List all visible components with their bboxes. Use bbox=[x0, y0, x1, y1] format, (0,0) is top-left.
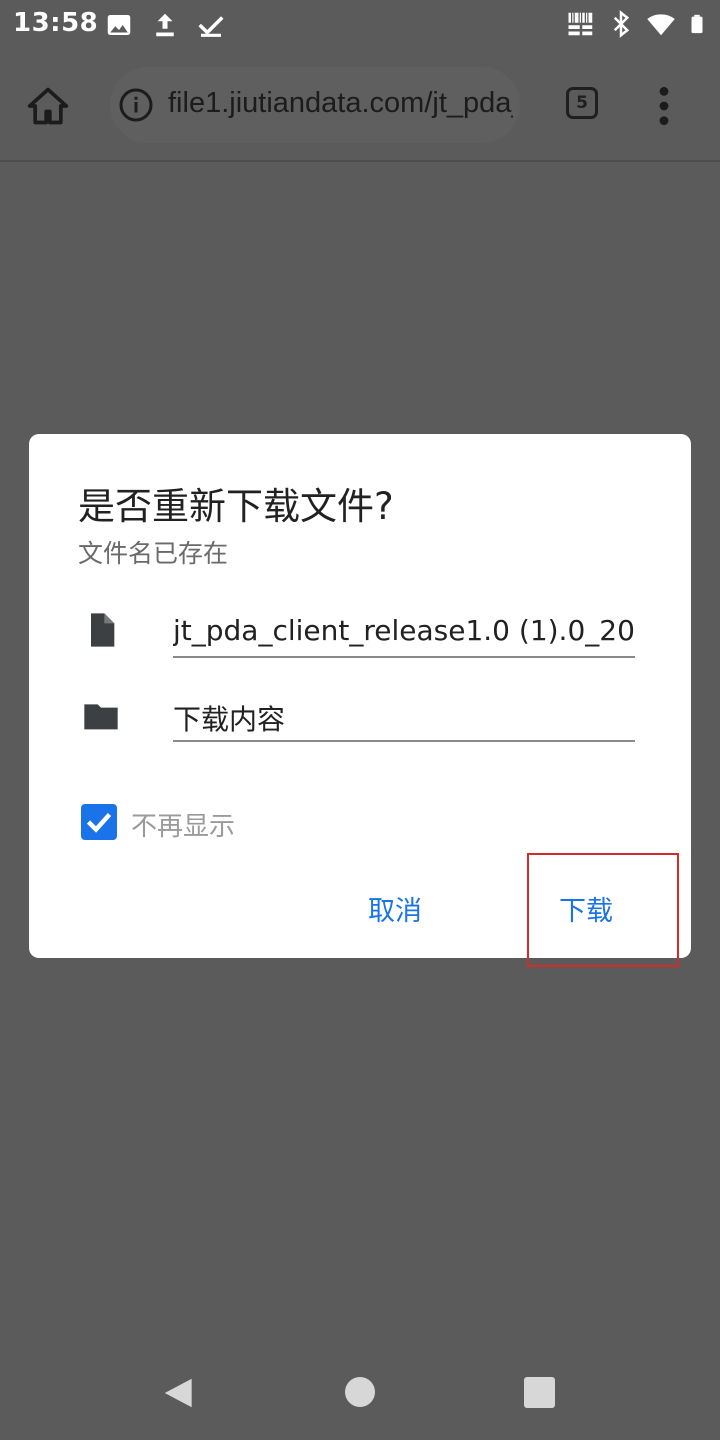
status-bar: 13:58 bbox=[0, 0, 720, 50]
download-location-text[interactable]: 下载内容 bbox=[173, 698, 285, 738]
download-done-icon bbox=[198, 16, 224, 37]
tab-count-label: 5 bbox=[576, 93, 588, 113]
address-bar[interactable]: file1.jiutiandata.com/jt_pda_client bbox=[110, 67, 520, 143]
file-name-field[interactable]: jt_pda_client_release1.0 (1).0_20 bbox=[173, 608, 635, 658]
navigation-bar bbox=[0, 1344, 720, 1440]
download-highlight-box bbox=[527, 853, 679, 967]
dont-show-again-checkbox[interactable] bbox=[81, 804, 117, 840]
status-time: 13:58 bbox=[13, 8, 99, 38]
bluetooth-icon bbox=[613, 10, 630, 38]
info-icon[interactable] bbox=[118, 87, 154, 123]
browser-toolbar: file1.jiutiandata.com/jt_pda_client 5 bbox=[0, 50, 720, 162]
wifi-icon bbox=[647, 14, 675, 36]
folder-icon bbox=[84, 704, 118, 730]
dialog-subtitle: 文件名已存在 bbox=[78, 539, 229, 568]
recents-icon[interactable] bbox=[524, 1377, 555, 1408]
barcode-icon bbox=[568, 12, 593, 36]
file-icon bbox=[91, 613, 115, 647]
more-menu-icon[interactable] bbox=[650, 84, 678, 128]
url-text[interactable]: file1.jiutiandata.com/jt_pda_client bbox=[168, 87, 513, 120]
status-system-icons bbox=[566, 9, 708, 39]
download-location-field[interactable]: 下载内容 bbox=[173, 692, 635, 742]
dialog-title: 是否重新下载文件? bbox=[78, 485, 394, 528]
dont-show-again-label: 不再显示 bbox=[131, 812, 236, 842]
file-name-text[interactable]: jt_pda_client_release1.0 (1).0_20 bbox=[173, 614, 635, 647]
cancel-button[interactable]: 取消 bbox=[368, 889, 422, 928]
image-icon bbox=[107, 15, 131, 35]
battery-icon bbox=[691, 14, 703, 34]
status-notification-icons bbox=[104, 10, 226, 40]
home-nav-icon[interactable] bbox=[345, 1377, 375, 1407]
check-icon bbox=[86, 812, 112, 833]
tab-switcher-button[interactable]: 5 bbox=[566, 87, 598, 119]
back-icon[interactable] bbox=[160, 1374, 198, 1412]
home-icon[interactable] bbox=[26, 84, 70, 128]
upload-icon bbox=[156, 13, 174, 37]
